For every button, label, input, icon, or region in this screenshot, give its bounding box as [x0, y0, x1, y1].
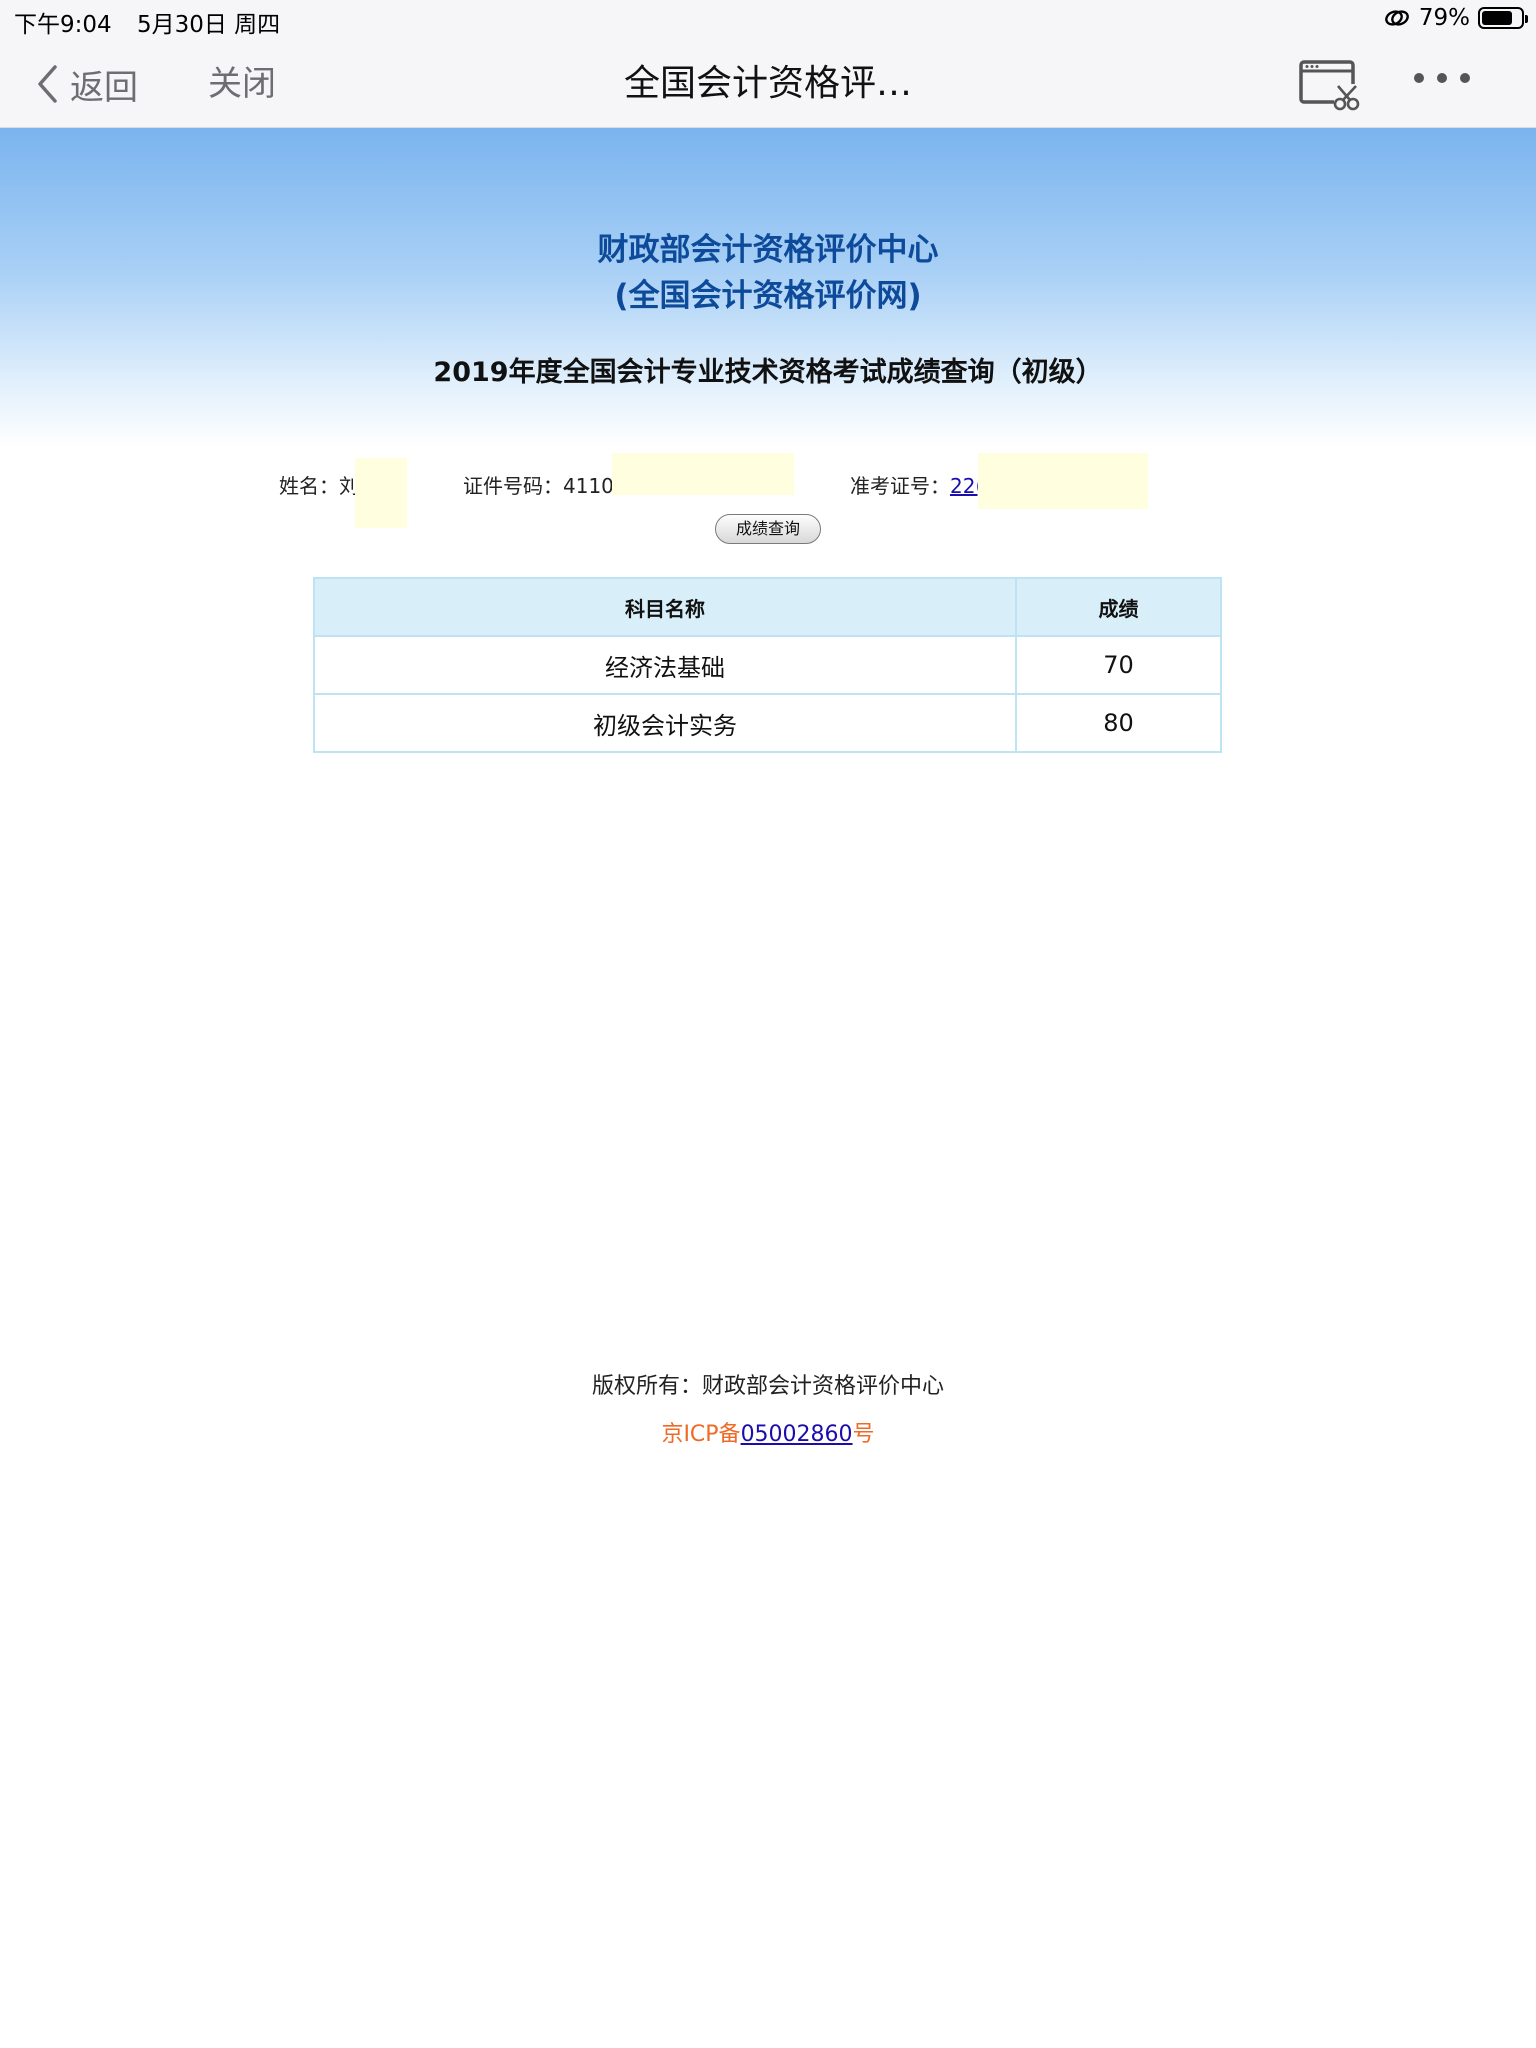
column-header-subject: 科目名称	[313, 577, 1017, 637]
window-scissors-icon	[1299, 60, 1360, 111]
table-row: 初级会计实务 80	[313, 693, 1222, 753]
subject-cell: 初级会计实务	[313, 693, 1017, 753]
nav-bar: 返回 关闭 全国会计资格评…	[0, 40, 1536, 128]
footer-icp: 京ICP备05002860号	[0, 1416, 1536, 1448]
back-button[interactable]: 返回	[36, 60, 138, 108]
column-header-score: 成绩	[1015, 577, 1222, 637]
org-name: 财政部会计资格评价中心	[597, 232, 939, 268]
more-button[interactable]	[1412, 70, 1472, 89]
battery-icon	[1478, 7, 1528, 29]
icp-prefix: 京ICP备	[661, 1422, 741, 1447]
battery-fill	[1482, 11, 1513, 25]
close-button[interactable]: 关闭	[208, 60, 276, 108]
screenshot-clip-button[interactable]	[1298, 58, 1362, 116]
chevron-left-icon	[38, 65, 57, 103]
status-left: 下午9:04 5月30日 周四	[14, 5, 298, 39]
id-field: 证件号码：41102	[463, 470, 627, 499]
exam-title: 2019年度全国会计专业技术资格考试成绩查询（初级）	[433, 357, 1103, 388]
name-field: 姓名：刘	[279, 470, 359, 499]
score-table: 科目名称 成绩 经济法基础 70 初级会计实务 80	[313, 577, 1222, 753]
back-label: 返回	[70, 67, 138, 108]
battery-percent: 79%	[1418, 5, 1470, 31]
icp-suffix: 号	[852, 1422, 875, 1447]
link-icon	[1384, 10, 1409, 26]
id-label: 证件号码：	[463, 474, 563, 498]
status-bar: 下午9:04 5月30日 周四 79%	[0, 0, 1536, 40]
score-cell: 80	[1015, 693, 1222, 753]
status-time: 下午9:04	[14, 12, 112, 38]
site-header: 财政部会计资格评价中心 (全国会计资格评价网) 2019年度全国会计专业技术资格…	[0, 128, 1536, 448]
org-site-name: (全国会计资格评价网)	[614, 278, 922, 314]
redaction-mask	[355, 458, 407, 528]
redaction-mask	[978, 453, 1148, 509]
table-header-row: 科目名称 成绩	[313, 577, 1222, 637]
status-date: 5月30日 周四	[136, 12, 281, 38]
page-title: 全国会计资格评…	[623, 63, 912, 104]
more-dots-icon	[1414, 73, 1470, 83]
score-query-button[interactable]: 成绩查询	[715, 514, 821, 544]
subject-cell: 经济法基础	[313, 635, 1017, 695]
footer-copyright: 版权所有：财政部会计资格评价中心	[591, 1374, 944, 1399]
redaction-mask	[612, 453, 794, 495]
exam-number-label: 准考证号：	[850, 474, 950, 498]
status-right: 79%	[1383, 5, 1528, 31]
name-label: 姓名：	[279, 474, 339, 498]
exam-number-field: 准考证号：22(	[850, 470, 983, 499]
icp-number-link[interactable]: 05002860	[741, 1422, 853, 1447]
table-row: 经济法基础 70	[313, 635, 1222, 695]
score-cell: 70	[1015, 635, 1222, 695]
